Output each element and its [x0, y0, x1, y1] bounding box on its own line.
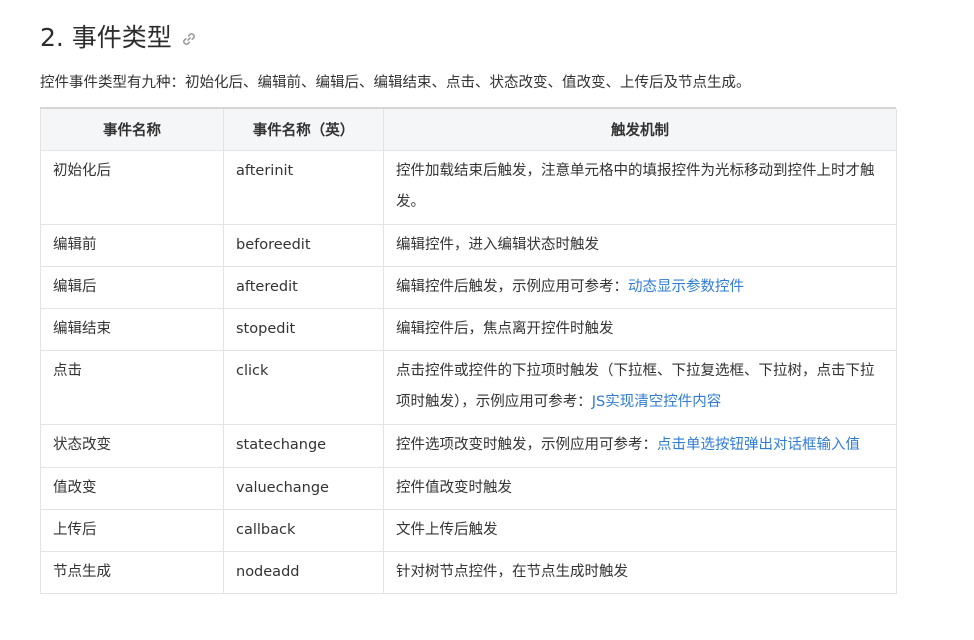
example-link[interactable]: 动态显示参数控件	[628, 279, 744, 295]
cell-trigger: 编辑控件后触发，示例应用可参考：动态显示参数控件	[383, 266, 897, 309]
cell-event-name-en: callback	[223, 509, 384, 552]
trigger-text: 控件加载结束后触发，注意单元格中的填报控件为光标移动到控件上时才触发。	[396, 163, 875, 210]
cell-event-name-en: afteredit	[223, 266, 384, 309]
cell-event-name: 编辑结束	[40, 308, 224, 351]
event-types-table: 事件名称 事件名称（英） 触发机制 初始化后 afterinit 控件加载结束后触发…	[40, 109, 897, 594]
trigger-text: 文件上传后触发	[396, 522, 498, 538]
intro-text: 控件事件类型有九种：初始化后、编辑前、编辑后、编辑结束、点击、状态改变、值改变、…	[40, 75, 751, 91]
section-title: 2. 事件类型	[40, 23, 172, 52]
cell-event-name-en: click	[223, 350, 384, 425]
link-icon[interactable]	[182, 32, 196, 46]
table-row: 值改变 valuechange 控件值改变时触发	[40, 467, 897, 510]
trigger-text: 控件选项改变时触发，示例应用可参考：	[396, 437, 657, 453]
cell-trigger: 针对树节点控件，在节点生成时触发	[383, 551, 897, 594]
cell-trigger: 编辑控件后，焦点离开控件时触发	[383, 308, 897, 351]
cell-trigger: 点击控件或控件的下拉项时触发（下拉框、下拉复选框、下拉树，点击下拉项时触发），示…	[383, 350, 897, 425]
cell-trigger: 控件选项改变时触发，示例应用可参考：点击单选按钮弹出对话框输入值	[383, 424, 897, 468]
example-link[interactable]: 点击单选按钮弹出对话框输入值	[657, 437, 860, 453]
cell-event-name: 上传后	[40, 509, 224, 552]
page: 2. 事件类型 控件事件类型有九种：初始化后、编辑前、编辑后、编辑结束、点击、状…	[0, 0, 974, 640]
cell-event-name: 值改变	[40, 467, 224, 510]
cell-event-name: 编辑前	[40, 224, 224, 267]
trigger-text: 控件值改变时触发	[396, 480, 512, 496]
header-event-name: 事件名称	[40, 109, 224, 151]
cell-event-name: 状态改变	[40, 424, 224, 468]
cell-event-name-en: beforeedit	[223, 224, 384, 267]
table-header-row: 事件名称 事件名称（英） 触发机制	[40, 109, 897, 151]
header-event-name-en: 事件名称（英）	[223, 109, 384, 151]
trigger-text: 编辑控件，进入编辑状态时触发	[396, 237, 599, 253]
cell-event-name: 编辑后	[40, 266, 224, 309]
cell-trigger: 控件加载结束后触发，注意单元格中的填报控件为光标移动到控件上时才触发。	[383, 150, 897, 225]
cell-event-name-en: statechange	[223, 424, 384, 468]
cell-event-name-en: afterinit	[223, 150, 384, 225]
cell-event-name-en: valuechange	[223, 467, 384, 510]
cell-trigger: 控件值改变时触发	[383, 467, 897, 510]
trigger-text: 针对树节点控件，在节点生成时触发	[396, 564, 628, 580]
example-link[interactable]: JS实现清空控件内容	[592, 394, 721, 410]
table-row: 编辑后 afteredit 编辑控件后触发，示例应用可参考：动态显示参数控件	[40, 266, 897, 309]
table-body: 初始化后 afterinit 控件加载结束后触发，注意单元格中的填报控件为光标移动到…	[40, 150, 897, 594]
event-types-table-wrapper: 事件名称 事件名称（英） 触发机制 初始化后 afterinit 控件加载结束后触发…	[40, 107, 897, 594]
section-heading: 2. 事件类型	[40, 16, 196, 56]
header-trigger: 触发机制	[383, 109, 897, 151]
trigger-text: 编辑控件后触发，示例应用可参考：	[396, 279, 628, 295]
cell-event-name-en: nodeadd	[223, 551, 384, 594]
table-row: 点击 click 点击控件或控件的下拉项时触发（下拉框、下拉复选框、下拉树，点击下拉…	[40, 350, 897, 425]
trigger-text: 编辑控件后，焦点离开控件时触发	[396, 321, 614, 337]
cell-event-name: 初始化后	[40, 150, 224, 225]
table-row: 上传后 callback 文件上传后触发	[40, 509, 897, 552]
table-row: 初始化后 afterinit 控件加载结束后触发，注意单元格中的填报控件为光标移动到…	[40, 150, 897, 225]
cell-trigger: 编辑控件，进入编辑状态时触发	[383, 224, 897, 267]
cell-event-name: 点击	[40, 350, 224, 425]
cell-event-name-en: stopedit	[223, 308, 384, 351]
table-row: 状态改变 statechange 控件选项改变时触发，示例应用可参考：点击单选按钮弹…	[40, 424, 897, 468]
cell-trigger: 文件上传后触发	[383, 509, 897, 552]
table-row: 编辑前 beforeedit 编辑控件，进入编辑状态时触发	[40, 224, 897, 267]
table-row: 节点生成 nodeadd 针对树节点控件，在节点生成时触发	[40, 551, 897, 594]
cell-event-name: 节点生成	[40, 551, 224, 594]
table-row: 编辑结束 stopedit 编辑控件后，焦点离开控件时触发	[40, 308, 897, 351]
